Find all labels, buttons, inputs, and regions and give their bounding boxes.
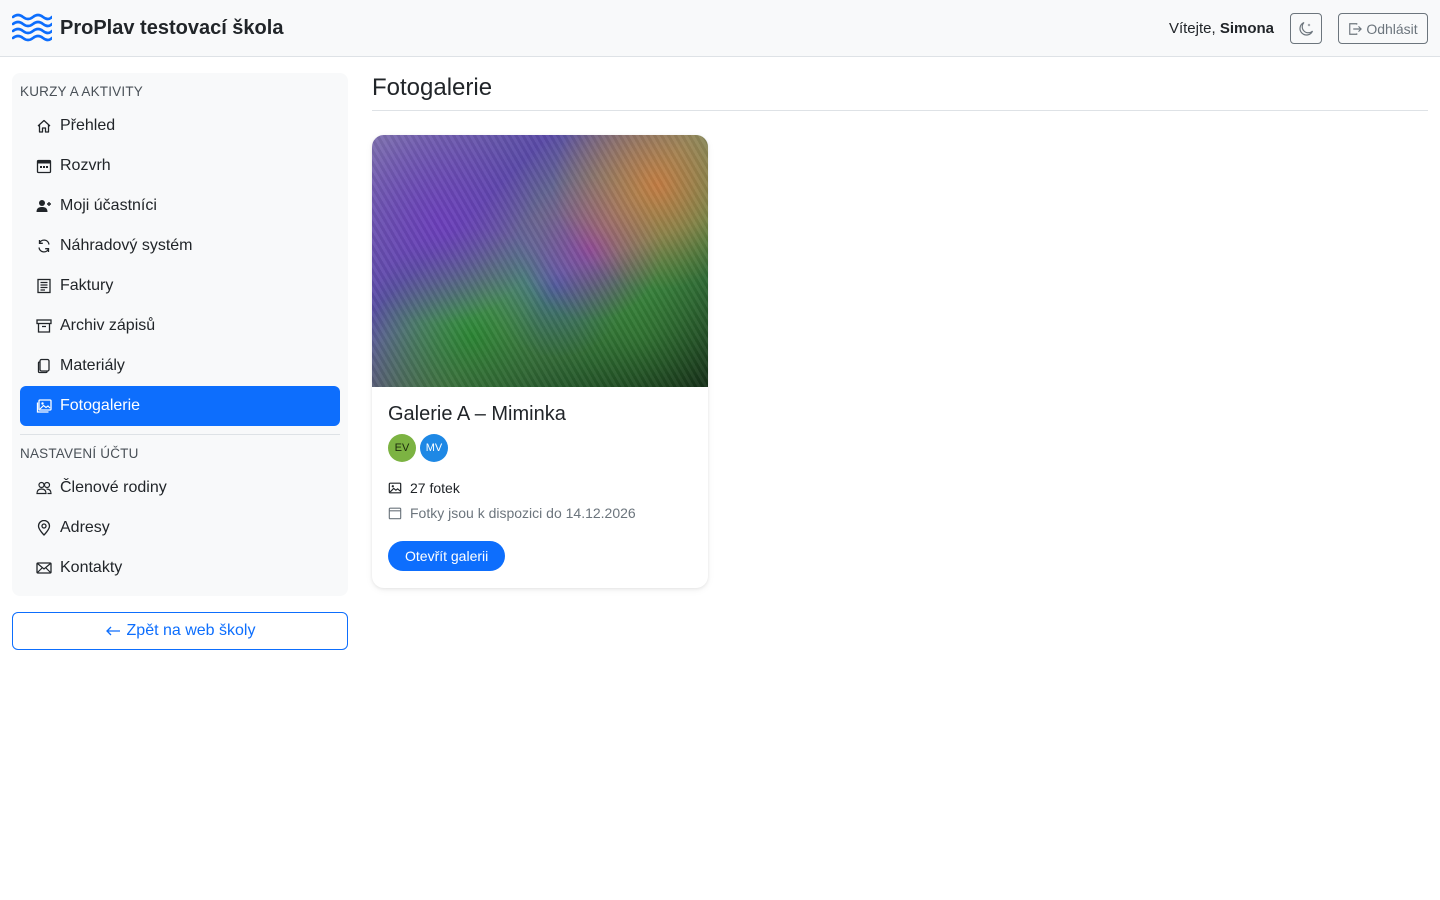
photo-count: 27 fotek [388,480,460,496]
availability-text: Fotky jsou k dispozici do 14.12.2026 [410,505,636,521]
sidebar-item-materialy[interactable]: Materiály [20,346,340,386]
sidebar-divider [20,434,340,435]
sidebar-item-ucastnici[interactable]: Moji účastníci [20,186,340,226]
envelope-icon [36,560,52,576]
sidebar-item-prehled[interactable]: Přehled [20,106,340,146]
sidebar-item-label: Adresy [60,519,110,536]
welcome-text: Vítejte, Simona [1169,20,1274,37]
refresh-icon [36,238,52,254]
sidebar-item-label: Náhradový systém [60,237,193,254]
gallery-card-body: Galerie A – Miminka EV MV 27 fotek Fotky… [388,403,692,571]
photo-count-text: 27 fotek [410,480,460,496]
arrow-left-icon [105,626,120,636]
sidebar-item-kontakty[interactable]: Kontakty [20,548,340,588]
avatar: EV [388,434,416,462]
sidebar-item-nahrady[interactable]: Náhradový systém [20,226,340,266]
welcome-prefix: Vítejte, [1168,20,1216,37]
sidebar: KURZY A AKTIVITY Přehled Rozvrh Moji úča… [12,73,348,596]
images-icon [388,481,402,495]
page-title: Fotogalerie [372,74,493,101]
moon-stars-icon [1299,21,1314,36]
sidebar-item-archiv[interactable]: Archiv zápisů [20,306,340,346]
calendar-icon [36,158,52,174]
sidebar-item-label: Kontakty [60,559,123,576]
user-name: Simona [1219,20,1274,37]
avatar: MV [420,434,448,462]
gallery-cover-image[interactable] [372,135,708,387]
sidebar-item-label: Materiály [60,357,125,374]
gallery-title: Galerie A – Miminka [388,403,566,425]
sidebar-item-rozvrh[interactable]: Rozvrh [20,146,340,186]
sidebar-item-label: Faktury [60,277,114,294]
section-heading-account: NASTAVENÍ ÚČTU [20,446,139,461]
brand[interactable]: ProPlav testovací škola [12,13,283,43]
logout-label: Odhlásit [1366,20,1418,37]
section-heading-courses: KURZY A AKTIVITY [20,84,143,99]
waves-logo-icon [12,13,52,42]
title-divider [372,110,1428,111]
gallery-card: Galerie A – Miminka EV MV 27 fotek Fotky… [372,135,708,588]
invoice-icon [36,278,52,294]
house-icon [36,118,52,134]
box-arrow-right-icon [1349,22,1363,35]
top-navbar: ProPlav testovací škola Vítejte, Simona … [0,0,1440,57]
availability: Fotky jsou k dispozici do 14.12.2026 [388,505,636,521]
open-gallery-button[interactable]: Otevřít galerii [388,541,506,571]
documents-icon [36,358,52,374]
archive-icon [36,318,52,334]
theme-toggle-button[interactable] [1290,13,1322,44]
sidebar-item-label: Členové rodiny [60,479,167,496]
back-to-website-button[interactable]: Zpět na web školy [12,612,348,650]
images-icon [36,398,52,414]
sidebar-item-label: Fotogalerie [60,397,141,414]
calendar-icon [388,506,402,520]
sidebar-item-faktury[interactable]: Faktury [20,266,340,306]
sidebar-item-label: Archiv zápisů [60,317,156,334]
sidebar-item-adresy[interactable]: Adresy [20,508,340,548]
logout-button[interactable]: Odhlásit [1338,13,1428,44]
sidebar-item-label: Moji účastníci [60,197,157,214]
people-icon [36,480,52,496]
sidebar-item-fotogalerie[interactable]: Fotogalerie [20,386,340,426]
brand-title: ProPlav testovací škola [60,16,284,39]
sidebar-item-label: Rozvrh [60,157,111,174]
map-pin-icon [36,520,52,536]
back-label: Zpět na web školy [126,622,256,639]
sidebar-item-label: Přehled [60,117,116,134]
participant-avatars: EV MV [388,434,448,462]
sidebar-item-clenove[interactable]: Členové rodiny [20,468,340,508]
person-add-icon [36,198,52,214]
